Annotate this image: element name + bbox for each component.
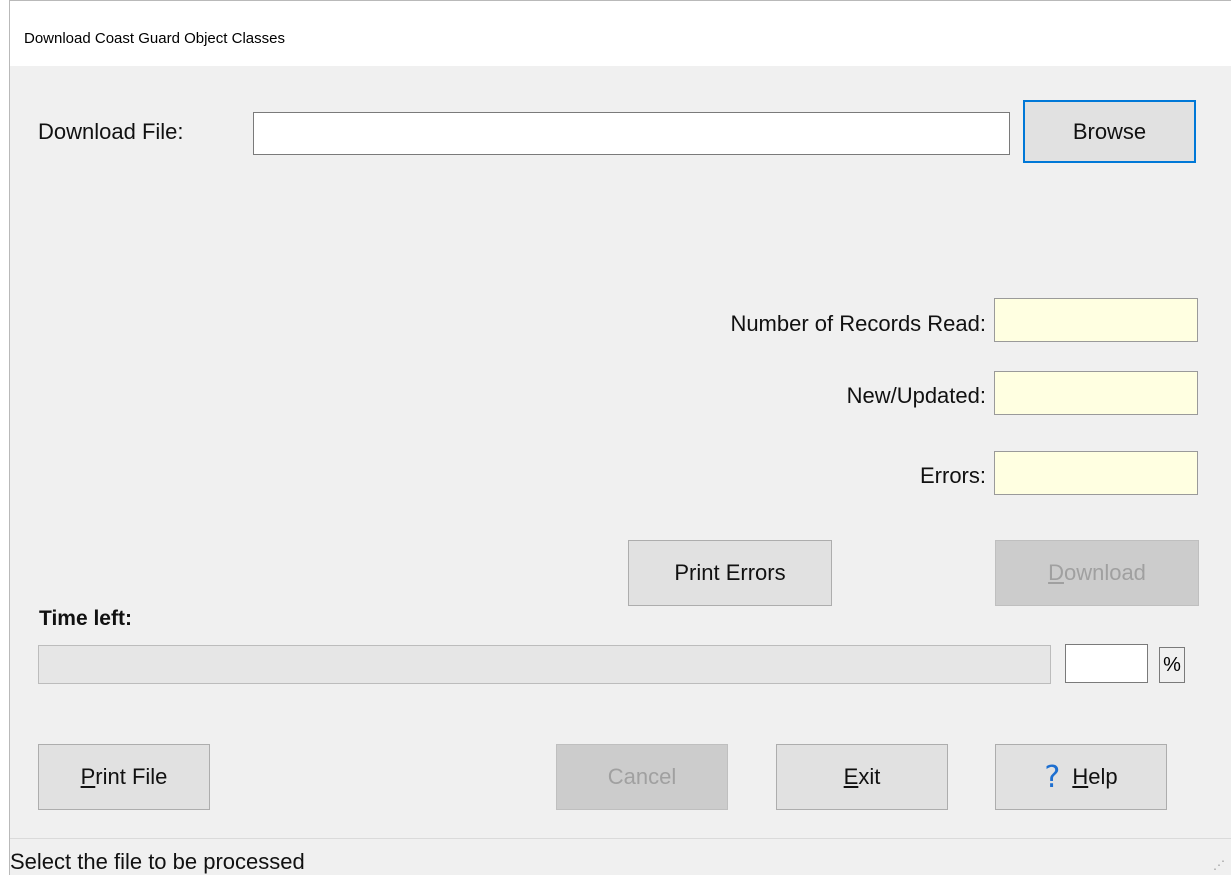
- print-file-mnemonic: P: [80, 764, 96, 789]
- print-errors-label: Print Errors: [674, 560, 786, 585]
- download-file-input[interactable]: [253, 112, 1010, 155]
- print-errors-button[interactable]: Print Errors: [628, 540, 832, 606]
- help-mnemonic: H: [1072, 764, 1089, 789]
- records-read-label: Number of Records Read:: [730, 311, 986, 336]
- status-bar: Select the file to be processed ⋰: [10, 839, 1231, 875]
- print-file-button[interactable]: Print File: [38, 744, 210, 810]
- window-title: Download Coast Guard Object Classes: [24, 30, 285, 47]
- help-label-rest: elp: [1088, 764, 1118, 789]
- exit-label-rest: xit: [858, 764, 881, 789]
- progress-bar: [38, 645, 1051, 684]
- new-updated-label: New/Updated:: [846, 383, 986, 408]
- cancel-button[interactable]: Cancel: [556, 744, 728, 810]
- resize-grip-icon[interactable]: ⋰: [1213, 858, 1225, 872]
- title-bar: Download Coast Guard Object Classes: [10, 1, 1231, 66]
- browse-button[interactable]: Browse: [1023, 100, 1196, 163]
- browse-button-label: Browse: [1072, 118, 1147, 144]
- help-question-icon: ?: [1044, 759, 1061, 795]
- download-label-rest: ownload: [1063, 560, 1146, 585]
- time-left-label: Time left:: [39, 607, 132, 630]
- cancel-label: Cancel: [607, 764, 677, 789]
- download-mnemonic: D: [1048, 560, 1064, 585]
- exit-button[interactable]: Exit: [776, 744, 948, 810]
- help-button[interactable]: ? Help: [995, 744, 1167, 810]
- records-read-field: [994, 298, 1198, 342]
- errors-label: Errors:: [920, 463, 986, 488]
- percent-field: [1065, 644, 1148, 683]
- dialog-window: Download Coast Guard Object Classes Down…: [9, 0, 1231, 875]
- download-button[interactable]: Download: [995, 540, 1199, 606]
- exit-mnemonic: E: [843, 764, 859, 789]
- print-file-label-rest: rint File: [95, 764, 168, 789]
- percent-sign: %: [1159, 647, 1185, 683]
- errors-field: [994, 451, 1198, 495]
- download-file-label: Download File:: [38, 119, 184, 144]
- status-text: Select the file to be processed: [10, 849, 305, 874]
- new-updated-field: [994, 371, 1198, 415]
